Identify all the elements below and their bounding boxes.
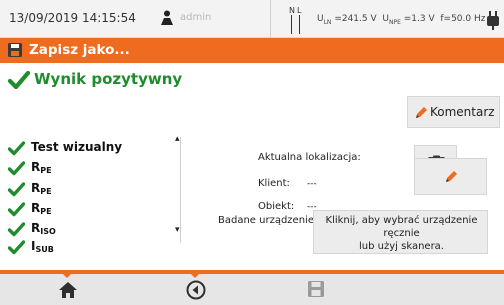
device-button-text-line3: lub użyj skanera. (359, 241, 444, 252)
phase-l-label: L (297, 6, 302, 15)
list-item-label: RPE (31, 181, 52, 196)
pencil-icon (416, 107, 427, 118)
phase-indicator: N L (289, 6, 303, 36)
client-label: Klient: (258, 178, 290, 189)
check-icon (8, 202, 25, 217)
list-item[interactable]: ISUB (8, 237, 178, 257)
list-item[interactable]: RPE (8, 158, 178, 178)
comment-button-label: Komentarz (430, 105, 495, 119)
back-arrow-icon (186, 280, 206, 300)
scroll-up-arrow-icon[interactable]: ▴ (175, 134, 185, 144)
plug-icon (487, 11, 499, 30)
home-button[interactable] (54, 276, 82, 304)
check-icon (8, 70, 30, 90)
select-device-button[interactable]: Kliknij, aby wybrać urządzenie ręcznie l… (313, 210, 488, 254)
page-title: Zapisz jako... (29, 42, 130, 58)
device-label: Badane urządzenie: (218, 215, 318, 226)
floppy-disk-icon (8, 43, 22, 57)
test-list[interactable]: Test wizualny RPE RPE RPE RISO ISUB (8, 138, 186, 255)
device-button-text-line2: ręcznie (383, 228, 420, 239)
list-item-label: RPE (31, 201, 52, 216)
floppy-disk-icon (308, 281, 324, 297)
device-button-text-line1: Kliknij, aby wybrać urządzenie (325, 215, 478, 226)
pencil-icon (446, 171, 457, 182)
list-item[interactable]: Test wizualny (8, 138, 178, 158)
list-item[interactable]: RPE (8, 179, 178, 199)
check-icon (8, 161, 25, 176)
person-icon (161, 10, 173, 25)
back-button[interactable] (182, 276, 210, 304)
check-icon (8, 141, 25, 156)
list-item-label: RPE (31, 160, 52, 175)
voltage-readout: ULN =241.5 V UNPE =1.3 V f=50.0 Hz (317, 14, 486, 26)
list-item-label: Test wizualny (31, 140, 123, 154)
status-bar: 13/09/2019 14:15:54 admin N L ULN =241.5… (0, 0, 504, 38)
list-item-label: ISUB (31, 239, 54, 254)
object-label: Obiekt: (258, 201, 295, 212)
client-value: --- (307, 179, 317, 189)
save-nav-button[interactable] (303, 276, 331, 304)
list-item-label: RISO (31, 221, 56, 236)
check-icon (8, 222, 25, 237)
title-bar: Zapisz jako... (0, 38, 504, 63)
scroll-down-arrow-icon[interactable]: ▾ (175, 225, 185, 235)
comment-button[interactable]: Komentarz (407, 96, 500, 128)
datetime: 13/09/2019 14:15:54 (9, 11, 136, 25)
divider (270, 0, 271, 38)
list-item[interactable]: RISO (8, 219, 178, 239)
list-item[interactable]: RPE (8, 199, 178, 219)
bottom-nav (0, 270, 504, 305)
edit-client-object-button[interactable] (414, 158, 487, 195)
location-label: Aktualna lokalizacja: (258, 152, 361, 163)
check-icon (8, 240, 25, 255)
user-name: admin (180, 12, 212, 23)
phase-n-label: N (289, 6, 295, 15)
home-icon (59, 282, 77, 298)
result-status: Wynik pozytywny (34, 70, 183, 88)
check-icon (8, 182, 25, 197)
